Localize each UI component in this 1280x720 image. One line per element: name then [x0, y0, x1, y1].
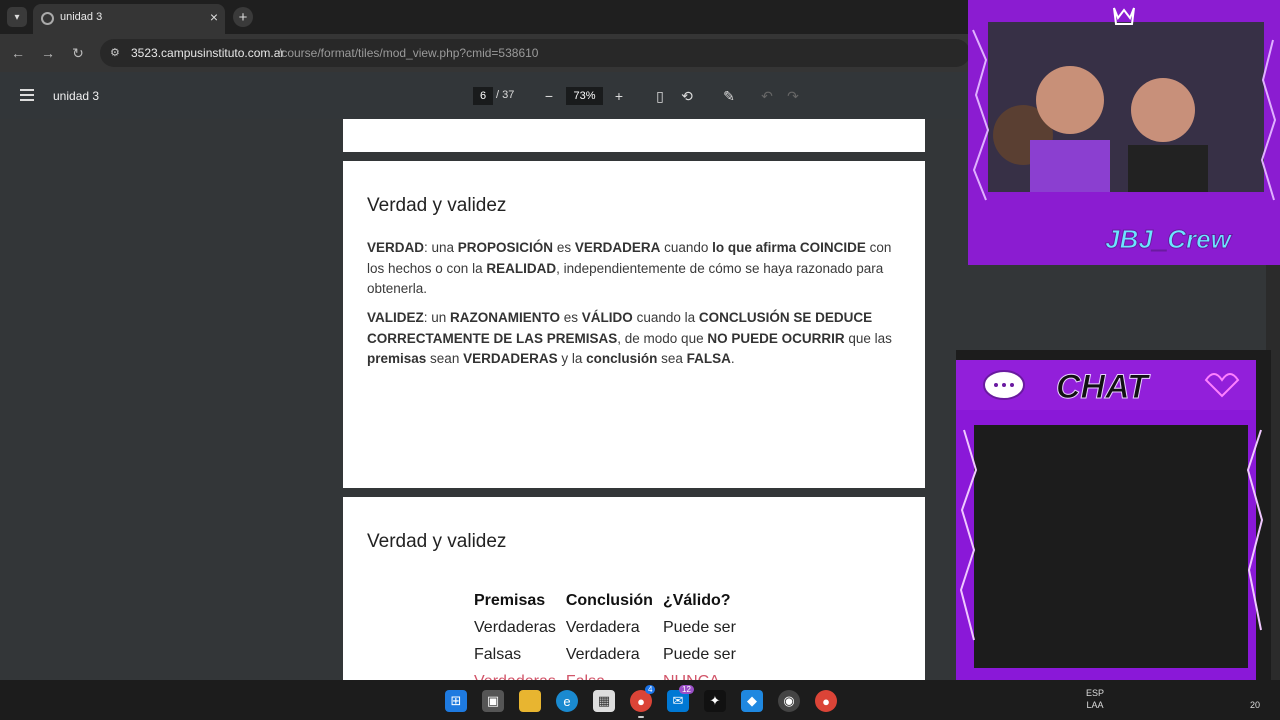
- verdad-definition: VERDAD: una PROPOSICIÓN es VERDADERA cua…: [367, 240, 892, 296]
- person-face: [1036, 66, 1104, 134]
- table-cell: Verdadera: [565, 645, 640, 663]
- vscode-icon[interactable]: ◆: [741, 690, 763, 712]
- pdf-viewer[interactable]: Verdad y validez VERDAD: una PROPOSICIÓN…: [0, 119, 980, 680]
- redo-icon[interactable]: ↷: [783, 86, 803, 106]
- person-face: [1131, 78, 1195, 142]
- new-tab-button[interactable]: +: [233, 7, 253, 27]
- table-cell: Verdaderas: [470, 668, 562, 681]
- table-cell: Puede ser: [662, 645, 736, 663]
- tray-clock[interactable]: 20: [1250, 700, 1260, 710]
- site-info-icon[interactable]: ⚙: [110, 46, 124, 60]
- tab-search-button[interactable]: ▾: [7, 7, 27, 27]
- fit-page-icon[interactable]: ▯: [650, 86, 670, 106]
- table-cell: Verdadera: [565, 618, 640, 636]
- tray-lang-2: LAA: [1086, 700, 1104, 710]
- pdf-title: unidad 3: [53, 89, 100, 103]
- table-row: Verdaderas Verdadera Puede ser: [470, 614, 742, 641]
- chrome-badge: 4: [645, 685, 656, 694]
- url-path: /course/format/tiles/mod_view.php?cmid=5…: [278, 46, 539, 60]
- column-header: Premisas: [474, 591, 546, 609]
- address-bar[interactable]: ⚙ 3523.campusinstituto.com.ar /course/fo…: [100, 39, 970, 67]
- zoom-out-icon[interactable]: −: [539, 86, 559, 106]
- table-row: Verdaderas Falsa NUNCA: [470, 668, 742, 681]
- menu-icon[interactable]: [20, 89, 34, 101]
- globe-icon: [41, 12, 54, 25]
- active-indicator: [638, 716, 644, 718]
- tab-unidad-3[interactable]: unidad 3 ×: [33, 4, 225, 34]
- pdf-page-7: Verdad y validez Premisas Conclusión ¿Vá…: [343, 497, 925, 680]
- back-icon[interactable]: ←: [8, 43, 28, 63]
- column-header: Conclusión: [565, 591, 653, 609]
- slide-title: Verdad y validez: [367, 195, 507, 216]
- chrome-icon[interactable]: ●: [815, 690, 837, 712]
- url-host: 3523.campusinstituto.com.ar: [131, 46, 285, 60]
- table-row: Falsas Verdadera Puede ser: [470, 641, 742, 668]
- column-header: ¿Válido?: [662, 591, 731, 609]
- validez-definition: VALIDEZ: un RAZONAMIENTO es VÁLIDO cuand…: [367, 310, 892, 366]
- table-cell: Falsa: [562, 668, 659, 681]
- reload-icon[interactable]: ↻: [68, 43, 88, 63]
- chat-label: CHAT: [1056, 368, 1151, 406]
- pdf-toolbar: unidad 3 6 / 37 − 73% + ▯ ⟲ ✎ ↶ ↷: [0, 72, 980, 119]
- store-icon[interactable]: ▦: [593, 690, 615, 712]
- browser-toolbar: ← → ↻ ⚙ 3523.campusinstituto.com.ar /cou…: [0, 34, 980, 72]
- windows-start-icon[interactable]: ⊞: [445, 690, 467, 712]
- table-header-row: Premisas Conclusión ¿Válido?: [470, 587, 742, 614]
- tab-strip: ▾ unidad 3 × +: [0, 0, 980, 34]
- tray-lang-1: ESP: [1086, 688, 1105, 698]
- validity-table: Premisas Conclusión ¿Válido? Verdaderas …: [470, 587, 742, 681]
- tab-title: unidad 3: [60, 11, 103, 23]
- table-cell: Verdaderas: [474, 618, 556, 636]
- tray-language[interactable]: ESP LAA: [1086, 687, 1104, 711]
- rotate-icon[interactable]: ⟲: [677, 86, 697, 106]
- page-total: / 37: [496, 89, 515, 101]
- webcam-overlay: JBJ_Crew: [968, 0, 1280, 265]
- file-explorer-icon[interactable]: [519, 690, 541, 712]
- brand-logo: JBJ_Crew: [1105, 224, 1233, 254]
- chat-overlay: CHAT: [956, 350, 1271, 720]
- edge-icon[interactable]: e: [556, 690, 578, 712]
- zoom-input[interactable]: 73%: [566, 87, 603, 105]
- obs-icon[interactable]: ◉: [778, 690, 800, 712]
- mail-badge: 12: [679, 685, 694, 694]
- pdf-page-6: Verdad y validez VERDAD: una PROPOSICIÓN…: [343, 161, 925, 488]
- table-cell: Falsas: [474, 645, 522, 663]
- table-cell: NUNCA: [659, 668, 742, 681]
- forward-icon[interactable]: →: [38, 43, 58, 63]
- annotate-icon[interactable]: ✎: [719, 86, 739, 106]
- slide-title: Verdad y validez: [367, 531, 507, 552]
- task-view-icon[interactable]: ▣: [482, 690, 504, 712]
- page-number-input[interactable]: 6: [473, 87, 493, 105]
- zoom-in-icon[interactable]: +: [609, 86, 629, 106]
- table-cell: Puede ser: [662, 618, 736, 636]
- pdf-page-5: [343, 119, 925, 152]
- undo-icon[interactable]: ↶: [757, 86, 777, 106]
- screen: ▾ unidad 3 × + ← → ↻ ⚙ 3523.campusinstit…: [0, 0, 1280, 720]
- close-icon[interactable]: ×: [210, 9, 218, 25]
- tidal-icon[interactable]: ✦: [704, 690, 726, 712]
